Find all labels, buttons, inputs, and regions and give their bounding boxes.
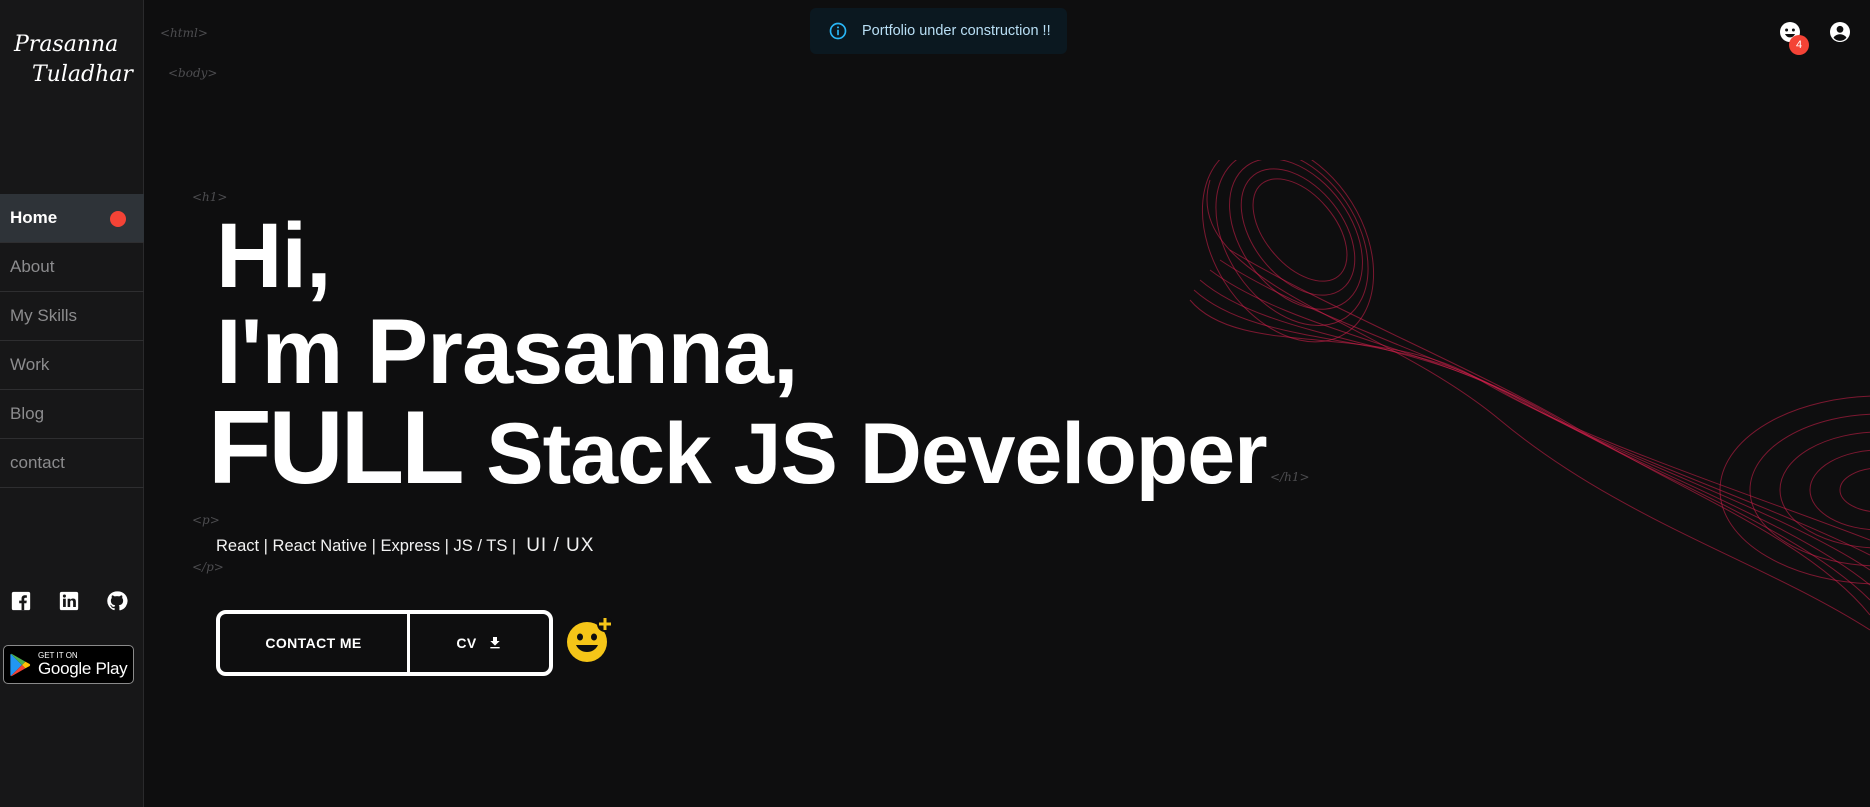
cv-button-label: CV [456, 635, 477, 651]
sidebar-item-about[interactable]: About [0, 243, 144, 292]
info-toast: Portfolio under construction !! [810, 8, 1067, 54]
sidebar-item-work[interactable]: Work [0, 341, 144, 390]
google-play-label: Google Play [38, 659, 128, 678]
hero-line-1: Hi, [216, 205, 332, 307]
toast-message: Portfolio under construction !! [862, 23, 1051, 39]
google-play-badge[interactable]: GET IT ON Google Play [3, 645, 134, 684]
hero-line-3: FULL Stack JS Developer [208, 396, 1268, 502]
sidebar-item-label: Blog [10, 404, 45, 423]
google-play-icon [10, 653, 31, 676]
hero-heading: Hi, I'm Prasanna, FULL Stack JS Develope… [208, 205, 1268, 502]
p-open-tag: <p> [192, 513, 220, 527]
hero-role: Stack JS Developer [486, 406, 1267, 502]
logo-line-2: Tuladhar [32, 62, 133, 87]
github-icon[interactable] [106, 590, 128, 612]
top-right-actions: 4 [1778, 20, 1852, 55]
logo[interactable]: Prasanna Tuladhar [12, 30, 133, 90]
p-close-tag: </p> [192, 560, 224, 574]
info-icon [829, 22, 847, 40]
body-open-tag: <body> [168, 66, 218, 80]
cv-download-button[interactable]: CV [410, 614, 549, 672]
sidebar-item-label: My Skills [10, 306, 78, 325]
skills-rotating-text: UI / UX [526, 535, 595, 556]
sidebar-item-label: About [10, 257, 55, 276]
hero-line-2: I'm Prasanna, [216, 301, 799, 403]
h1-open-tag: <h1> [192, 190, 228, 204]
account-circle-icon [1830, 22, 1850, 42]
linkedin-icon[interactable] [58, 590, 80, 612]
contact-me-button[interactable]: CONTACT ME [220, 614, 410, 672]
facebook-icon[interactable] [10, 590, 32, 612]
sidebar-nav: Home About My Skills Work Blog contact [0, 194, 144, 488]
sidebar-item-home[interactable]: Home [0, 194, 144, 243]
notification-badge: 4 [1789, 35, 1809, 55]
account-button[interactable] [1828, 20, 1852, 44]
decorative-swirl [1189, 160, 1870, 631]
sidebar-item-label: Work [10, 355, 50, 374]
sidebar: Prasanna Tuladhar Home About My Skills W… [0, 0, 144, 807]
download-icon [489, 637, 500, 649]
sidebar-item-my-skills[interactable]: My Skills [0, 292, 144, 341]
sidebar-item-label: Home [10, 208, 58, 227]
active-indicator-dot [110, 211, 126, 227]
hero-button-group: CONTACT ME CV [216, 610, 553, 676]
notifications-button[interactable]: 4 [1778, 20, 1809, 55]
hero-full-word: FULL [208, 390, 465, 506]
logo-line-1: Prasanna [14, 32, 119, 57]
social-links [10, 590, 128, 612]
sidebar-item-contact[interactable]: contact [0, 439, 144, 488]
html-open-tag: <html> [160, 26, 208, 40]
sidebar-item-label: contact [10, 453, 65, 472]
add-reaction-icon[interactable] [565, 615, 615, 665]
skills-line: React | React Native | Express | JS / TS… [216, 535, 594, 557]
sidebar-item-blog[interactable]: Blog [0, 390, 144, 439]
skills-text: React | React Native | Express | JS / TS… [216, 537, 517, 555]
